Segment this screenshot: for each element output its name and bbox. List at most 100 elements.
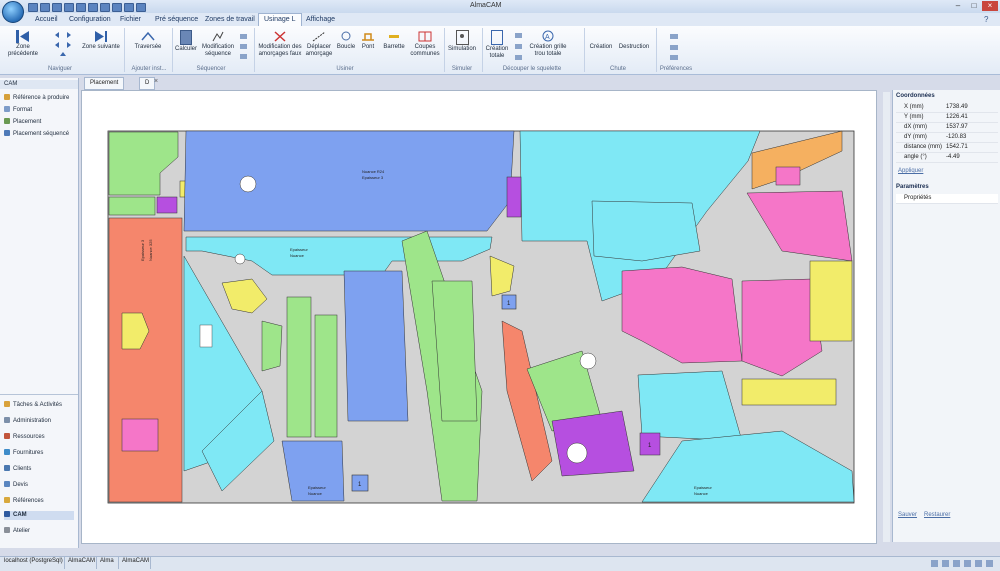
nav-item-references[interactable]: Références [4, 497, 44, 506]
canvas-vertical-scrollbar[interactable] [883, 92, 890, 542]
coord-value[interactable]: -4.49 [946, 154, 960, 160]
apply-link[interactable]: Appliquer [898, 168, 923, 174]
part-pink-inner[interactable] [121, 418, 159, 452]
zone-suivante-button[interactable]: Zone suivante [80, 30, 122, 51]
close-icon[interactable]: × [982, 1, 998, 11]
nav-item-atelier[interactable]: Atelier [4, 527, 30, 536]
part-purple-lower[interactable] [551, 410, 635, 477]
traversee-button[interactable]: Traversée [128, 30, 168, 51]
nav-item-devis[interactable]: Devis [4, 481, 28, 490]
nav-item-reference-a-produire[interactable]: Référence à produire [4, 94, 69, 103]
part-green-small[interactable] [261, 320, 283, 372]
creation-button[interactable]: Création [588, 44, 614, 51]
nav-item-placement-sequence[interactable]: Placement séquencé [4, 130, 69, 139]
cam-icon [4, 511, 10, 517]
bridge-icon [361, 30, 375, 43]
nav-item-taches[interactable]: Tâches & Activités [4, 401, 62, 410]
quick-access-zoom-icon[interactable] [124, 3, 134, 12]
coord-value[interactable]: -120.83 [946, 134, 966, 140]
creation-totale-button[interactable]: Création totale [484, 30, 510, 60]
loop-icon [339, 30, 353, 43]
coord-value[interactable]: 1226.41 [946, 114, 968, 120]
part-yellow-long[interactable] [741, 378, 837, 406]
save-link[interactable]: Sauver [898, 512, 917, 518]
coupes-communes-button[interactable]: Coupes communes [410, 30, 440, 58]
modification-amorcages-button[interactable]: Modification des amorçages faux [256, 30, 304, 58]
part-blue-large[interactable] [183, 130, 515, 232]
zone-precedente-button[interactable]: Zone précédente [2, 30, 44, 58]
nav-arrows[interactable] [52, 30, 74, 60]
parameters-row[interactable]: Propriétés [896, 194, 998, 204]
nav-item-ressources[interactable]: Ressources [4, 433, 45, 442]
calculer-button[interactable]: Calculer [174, 30, 198, 53]
maximize-icon[interactable]: □ [966, 1, 982, 11]
coord-value[interactable]: 1537.97 [946, 124, 968, 130]
references-icon [4, 497, 10, 503]
restore-link[interactable]: Restaurer [924, 512, 950, 518]
coord-label: dX (mm) [904, 124, 927, 130]
nav-item-cam[interactable]: CAM [4, 511, 74, 520]
part-blue-tall[interactable] [343, 270, 409, 422]
group-naviguer-label: Naviguer [47, 66, 72, 72]
minimize-icon[interactable]: – [950, 1, 966, 11]
tab-accueil[interactable]: Accueil [30, 14, 63, 26]
nesting-sheet-drawing[interactable]: Nuance R24 Epaisseur 3 Epaisseur 3 Nuanc… [82, 91, 876, 543]
nav-item-format[interactable]: Format [4, 106, 32, 115]
part-green-bar-1[interactable] [286, 296, 312, 438]
boucle-label: Boucle [336, 44, 356, 50]
part-purple-small[interactable] [156, 196, 178, 214]
quick-access-redo-icon[interactable] [88, 3, 98, 12]
part-green-bar-2[interactable] [314, 314, 338, 438]
pont-button[interactable]: Pont [358, 30, 378, 51]
nav-item-fournitures[interactable]: Fournitures [4, 449, 43, 458]
destruction-button[interactable]: Destruction [616, 44, 652, 51]
deplacer-amorcage-button[interactable]: Déplacer amorçage [304, 30, 334, 58]
doc-tab-placement[interactable]: Placement [84, 77, 125, 90]
coordinates-header: Coordonnées [896, 93, 935, 99]
quick-access-undo-icon[interactable] [76, 3, 86, 12]
nav-item-label: Clients [13, 466, 32, 472]
part-pink-small[interactable] [775, 166, 801, 186]
coord-value[interactable]: 1738.49 [946, 104, 968, 110]
zone-suivante-label: Zone suivante [82, 44, 120, 50]
modification-sequence-button[interactable]: Modification séquence [200, 30, 236, 58]
nav-item-placement[interactable]: Placement [4, 118, 41, 127]
simulation-button[interactable]: Simulation [446, 30, 478, 53]
tab-affichage[interactable]: Affichage [301, 14, 340, 26]
quick-access-new-icon[interactable] [52, 3, 62, 12]
boucle-button[interactable]: Boucle [336, 30, 356, 51]
close-tab-icon[interactable]: × [154, 78, 158, 85]
app-menu-orb-icon[interactable] [2, 1, 24, 23]
part-yellow-right[interactable] [809, 260, 853, 342]
part-green-strip[interactable] [108, 196, 156, 216]
skeleton-mini-icons[interactable] [514, 31, 524, 63]
part-salmon-large[interactable] [108, 217, 183, 503]
part-cyan-hex[interactable] [591, 200, 701, 262]
tab-pre-sequence[interactable]: Pré séquence [150, 14, 203, 26]
barrette-button[interactable]: Barrette [380, 30, 408, 51]
nesting-canvas[interactable]: Nuance R24 Epaisseur 3 Epaisseur 3 Nuanc… [81, 90, 877, 544]
tab-usinage-l[interactable]: Usinage L [258, 13, 302, 27]
sequence-mini-icons[interactable] [238, 32, 250, 62]
quick-access-help-icon[interactable] [136, 3, 146, 12]
quick-access-tools-icon[interactable] [100, 3, 110, 12]
nav-item-label: Fournitures [13, 450, 44, 456]
help-icon[interactable]: ? [984, 15, 988, 24]
tab-configuration[interactable]: Configuration [64, 14, 116, 26]
coord-value[interactable]: 1542.71 [946, 144, 968, 150]
nav-item-administration[interactable]: Administration [4, 417, 51, 426]
barrette-icon [387, 30, 401, 43]
part-hole [239, 175, 257, 193]
nav-item-clients[interactable]: Clients [4, 465, 31, 474]
quick-access-save-icon[interactable] [28, 3, 38, 12]
creation-grille-button[interactable]: A Création grille trou totale [526, 30, 570, 58]
quick-access-open-icon[interactable] [40, 3, 50, 12]
tab-zones-de-travail[interactable]: Zones de travail [200, 14, 260, 26]
doc-tab-d[interactable]: D [139, 77, 156, 90]
quick-access-grid-icon[interactable] [112, 3, 122, 12]
preferences-mini-icons[interactable] [668, 32, 682, 62]
quick-access-print-icon[interactable] [64, 3, 74, 12]
tab-fichier[interactable]: Fichier [115, 14, 146, 26]
status-tool-icons[interactable] [930, 559, 996, 568]
part-purple-bar[interactable] [506, 176, 522, 218]
